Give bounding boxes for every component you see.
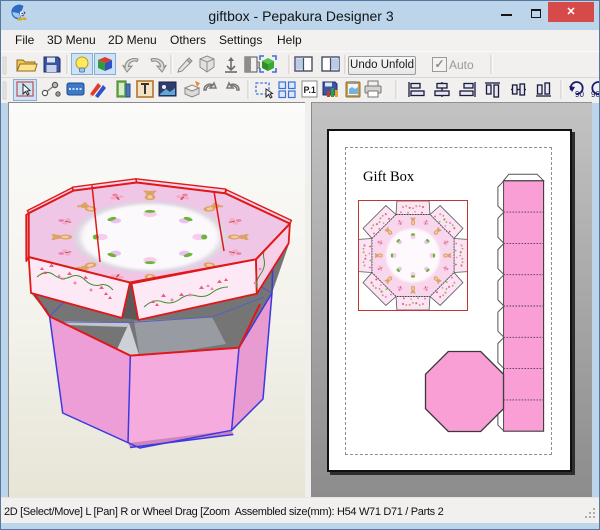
svg-text:P.1: P.1 — [304, 85, 316, 95]
svg-text:90: 90 — [591, 90, 599, 99]
svg-text:90: 90 — [575, 90, 584, 99]
